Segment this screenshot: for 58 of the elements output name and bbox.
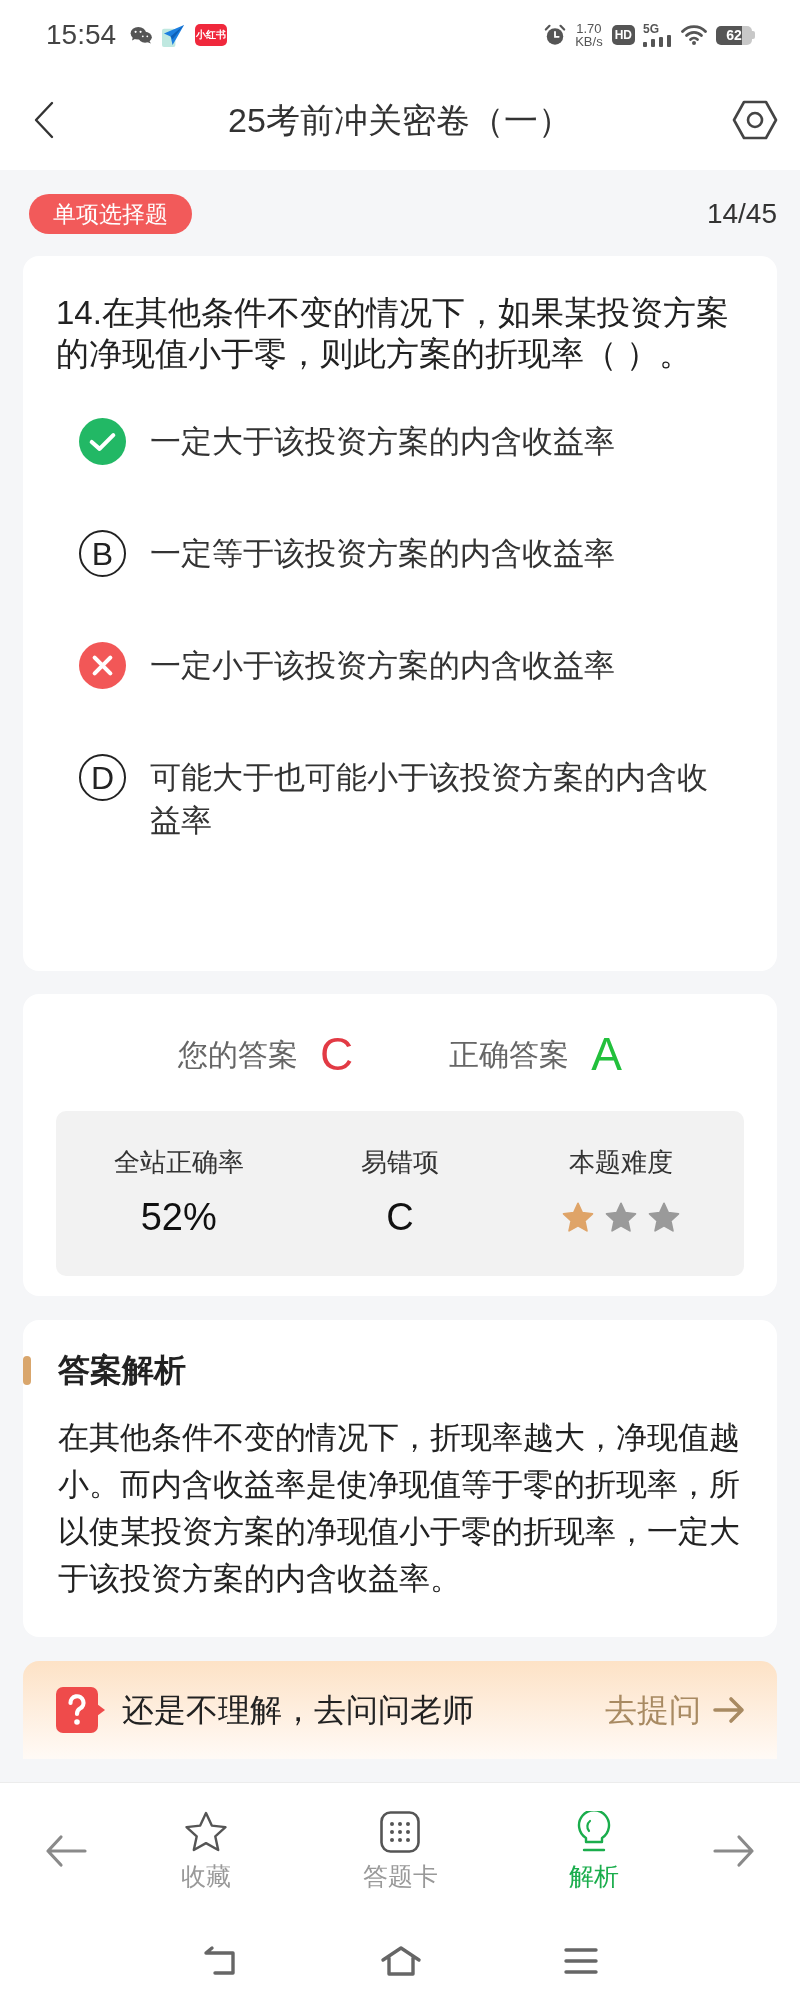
hd-badge: HD	[611, 25, 635, 45]
system-menu-button[interactable]	[564, 1947, 598, 1975]
answer-option[interactable]: 一定大于该投资方案的内含收益率	[79, 418, 720, 465]
option-letter: B	[79, 530, 126, 577]
question-bubble-icon	[56, 1687, 106, 1733]
paper-plane-icon	[162, 23, 186, 47]
your-answer-value: C	[320, 1026, 354, 1082]
back-button[interactable]	[33, 101, 55, 139]
star-outline-icon	[184, 1811, 228, 1853]
star-icon	[604, 1200, 639, 1234]
app-badge: 小红书	[195, 24, 228, 46]
question-type-badge: 单项选择题	[29, 194, 192, 234]
stat-value: 52%	[140, 1195, 217, 1240]
back-hook-icon	[202, 1945, 238, 1977]
system-back-button[interactable]	[202, 1945, 238, 1977]
stat-label: 全站正确率	[113, 1147, 244, 1177]
menu-icon	[564, 1947, 598, 1975]
analysis-title: 答案解析	[58, 1351, 186, 1390]
arrow-right-icon	[713, 1834, 755, 1868]
lightbulb-icon	[576, 1811, 612, 1853]
accent-bar	[23, 1355, 31, 1385]
dot-grid-icon	[380, 1811, 420, 1853]
clock-time: 15:54	[46, 21, 117, 49]
star-icon	[647, 1200, 682, 1234]
analysis-text: 在其他条件不变的情况下，折现率越大，净现值越小。而内含收益率是使净现值等于零的折现率，所以使某投资方案的净现值小于零的折现率，一定大于该投资方案的内含收益率。	[58, 1419, 741, 1598]
settings-icon	[732, 100, 778, 140]
network-speed: 1.70 KB/s	[575, 22, 603, 48]
stat-label: 易错项	[361, 1147, 439, 1177]
your-answer-label: 您的答案	[178, 1036, 299, 1073]
home-icon	[380, 1945, 422, 1977]
page-title: 25考前冲关密卷（一）	[227, 99, 573, 141]
previous-question-button[interactable]	[45, 1834, 87, 1868]
stat-label: 本题难度	[569, 1147, 674, 1177]
battery-indicator: 62	[716, 25, 755, 45]
option-letter: D	[79, 754, 126, 801]
answer-option[interactable]: 一定小于该投资方案的内含收益率	[79, 642, 720, 689]
alarm-clock-icon	[544, 24, 567, 46]
star-icon	[561, 1200, 596, 1234]
answer-option[interactable]: D 可能大于也可能小于该投资方案的内含收益率	[79, 754, 720, 842]
arrow-right-icon	[713, 1696, 745, 1724]
ask-teacher-text: 还是不理解，去问问老师	[122, 1691, 474, 1730]
check-circle-icon	[79, 418, 126, 465]
wifi-icon	[681, 25, 707, 45]
correct-answer-value: A	[591, 1026, 622, 1082]
chat-bubbles-icon	[130, 26, 153, 44]
stat-value: C	[386, 1195, 414, 1240]
answer-option[interactable]: B 一定等于该投资方案的内含收益率	[79, 530, 720, 577]
question-text: 14.在其他条件不变的情况下，如果某投资方案的净现值小于零，则此方案的折现率（ ）。	[56, 293, 730, 374]
back-chevron-icon	[33, 101, 55, 139]
arrow-left-icon	[45, 1834, 87, 1868]
settings-button[interactable]	[732, 100, 778, 140]
system-home-button[interactable]	[380, 1945, 422, 1977]
question-counter: 14/45	[706, 197, 777, 231]
next-question-button[interactable]	[713, 1834, 755, 1868]
correct-answer-label: 正确答案	[449, 1036, 570, 1073]
signal-bars-icon	[643, 35, 671, 47]
cross-circle-icon	[79, 642, 126, 689]
network-type: 5G	[643, 23, 659, 35]
